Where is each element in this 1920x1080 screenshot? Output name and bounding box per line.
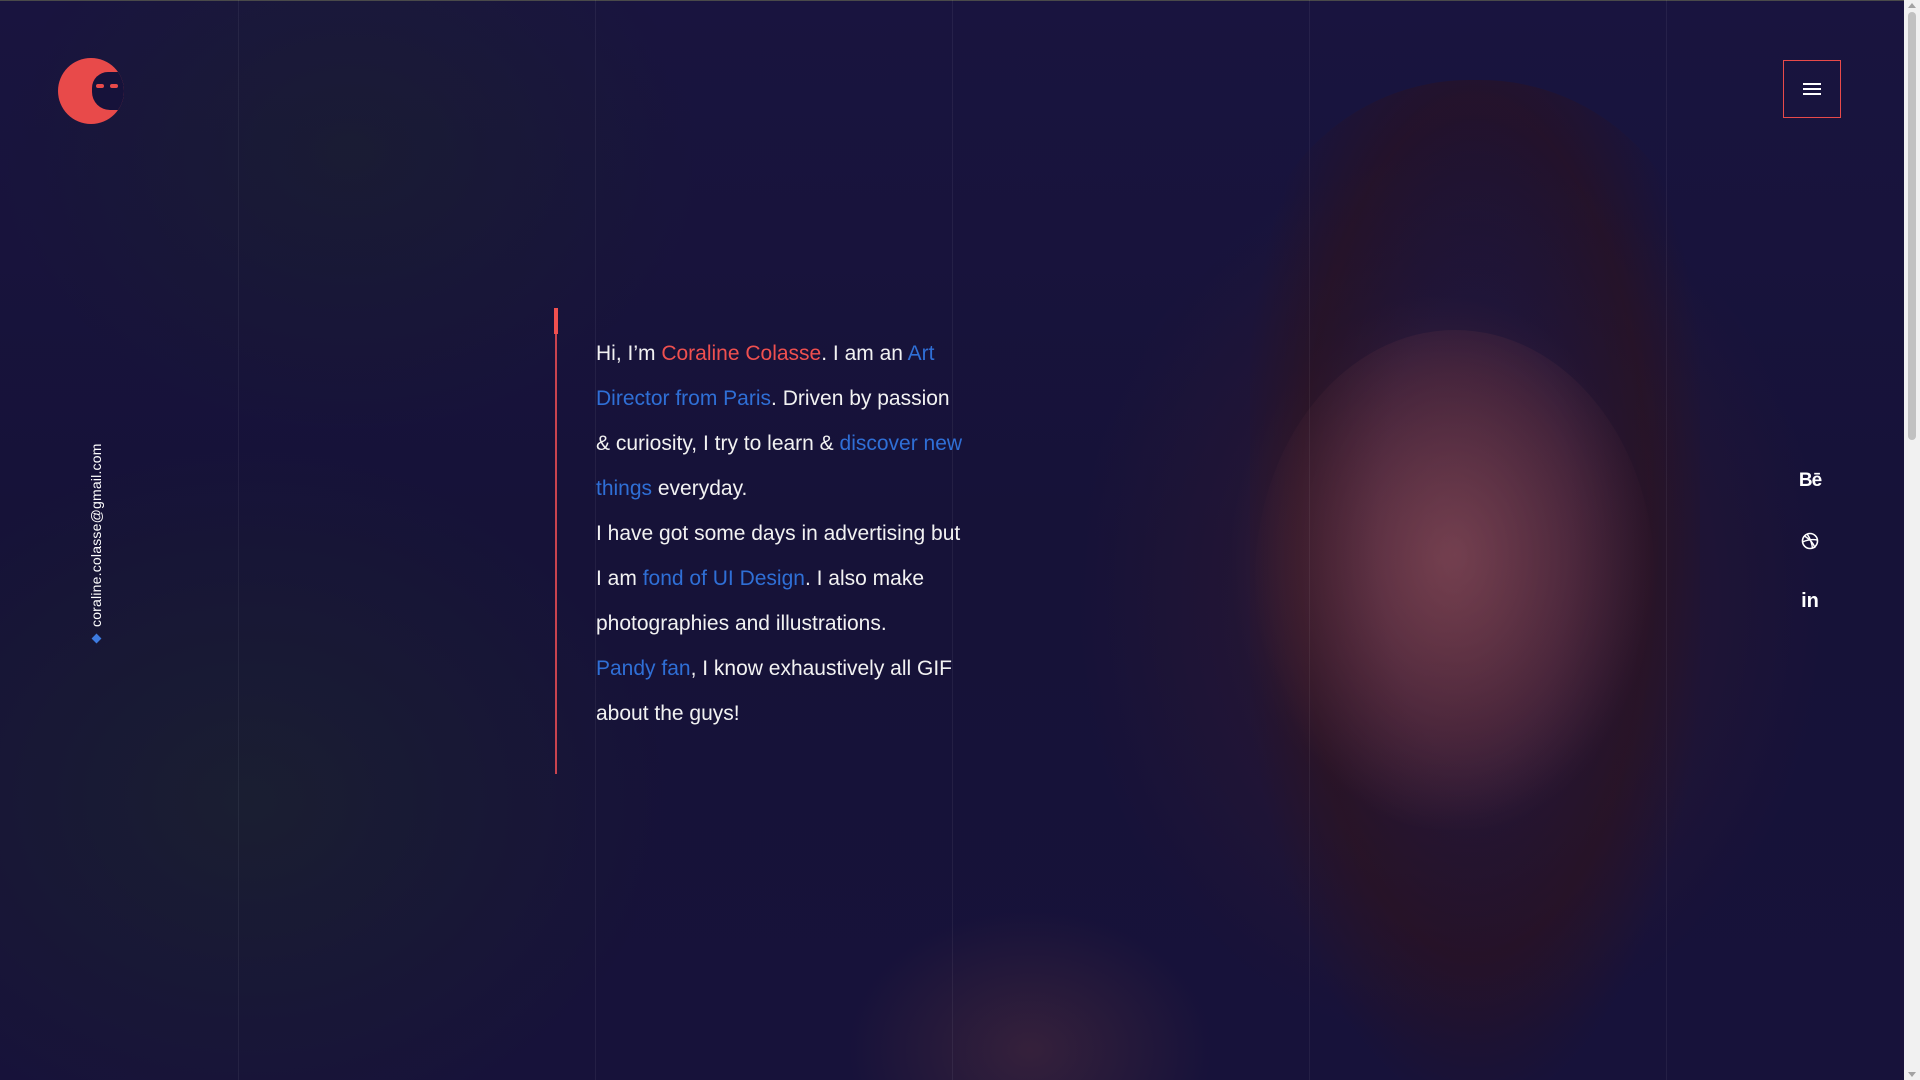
behance-icon[interactable]: Bē bbox=[1799, 466, 1822, 496]
linkedin-icon[interactable]: in bbox=[1801, 586, 1819, 616]
photo-face bbox=[1255, 330, 1655, 830]
hamburger-line bbox=[1803, 93, 1821, 95]
intro-side-bar bbox=[555, 308, 557, 774]
dribbble-icon[interactable] bbox=[1801, 526, 1819, 556]
intro-side-bar-accent bbox=[554, 308, 558, 334]
intro-paragraph: Hi, I’m Coraline Colasse. I am an Art Di… bbox=[596, 331, 966, 511]
hamburger-line bbox=[1803, 83, 1821, 85]
dribbble-glyph bbox=[1801, 532, 1819, 550]
pandy-fan-link[interactable]: Pandy fan bbox=[596, 657, 691, 680]
social-links: Bē in bbox=[1790, 466, 1830, 616]
scroll-thumb[interactable] bbox=[1908, 12, 1916, 440]
grid-line bbox=[238, 0, 239, 1080]
hamburger-line bbox=[1803, 88, 1821, 90]
logo-eye bbox=[110, 84, 118, 88]
logo-eye bbox=[96, 84, 104, 88]
intro-text-segment: Hi, I’m bbox=[596, 342, 662, 365]
ui-design-link[interactable]: fond of UI Design bbox=[643, 567, 805, 590]
intro-text-segment: everyday. bbox=[652, 477, 748, 500]
intro-text-segment: . I am an bbox=[821, 342, 908, 365]
logo-cutout bbox=[92, 72, 124, 110]
scrollbar[interactable] bbox=[1904, 0, 1920, 1080]
scroll-up-arrow[interactable] bbox=[1908, 3, 1916, 8]
email-text: coraline.colasse@gmail.com bbox=[88, 443, 104, 627]
scroll-down-arrow[interactable] bbox=[1908, 1072, 1916, 1077]
author-name: Coraline Colasse bbox=[661, 342, 822, 365]
grid-line bbox=[1666, 0, 1667, 1080]
intro-paragraph: I have got some days in advertising but … bbox=[596, 511, 966, 646]
intro-paragraph: Pandy fan, I know exhaustively all GIF a… bbox=[596, 646, 966, 736]
menu-button[interactable] bbox=[1783, 60, 1841, 118]
logo-icon[interactable] bbox=[58, 58, 124, 124]
email-link[interactable]: coraline.colasse@gmail.com bbox=[88, 443, 104, 644]
diamond-icon bbox=[91, 633, 101, 644]
intro-text: Hi, I’m Coraline Colasse. I am an Art Di… bbox=[596, 331, 966, 736]
grid-line bbox=[1309, 0, 1310, 1080]
